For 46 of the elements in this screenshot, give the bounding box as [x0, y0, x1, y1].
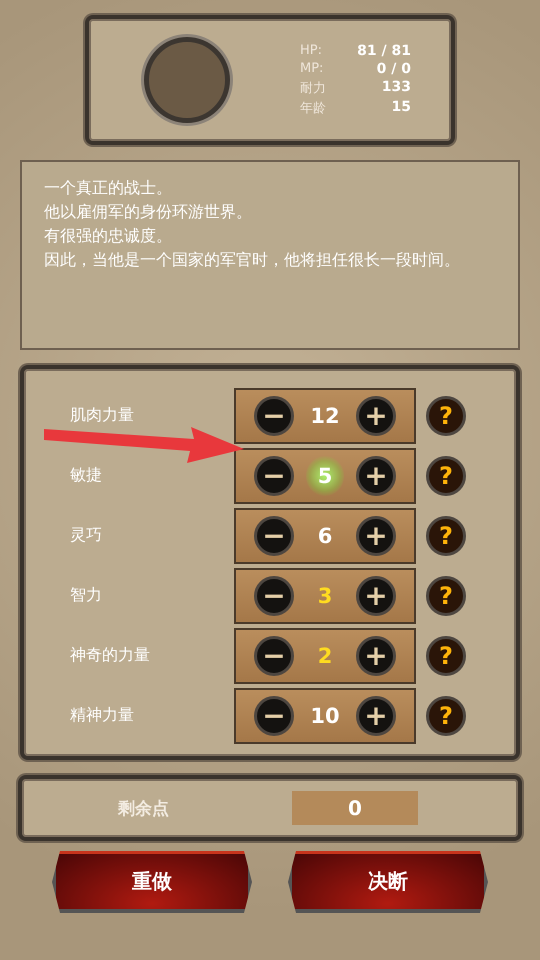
help-button[interactable]: ?: [426, 576, 466, 616]
stat-value: 15: [390, 99, 411, 117]
stat-label: MP:: [300, 61, 324, 77]
attribute-label: 精神力量: [69, 705, 135, 726]
attribute-value: 2: [316, 642, 334, 670]
increase-button[interactable]: +: [356, 456, 396, 496]
remaining-points-value: 0: [292, 791, 418, 825]
increase-button[interactable]: +: [356, 576, 396, 616]
decrease-button[interactable]: −: [254, 516, 294, 556]
stat-value: 133: [380, 79, 411, 97]
decrease-button[interactable]: −: [254, 696, 294, 736]
stat-label: 耐力: [300, 80, 327, 97]
action-button[interactable]: 重做: [52, 851, 252, 913]
help-button[interactable]: ?: [426, 696, 466, 736]
action-button[interactable]: 决断: [288, 851, 488, 913]
decrease-button[interactable]: −: [254, 636, 294, 676]
remaining-points-label: 剩余点: [116, 798, 170, 820]
help-button[interactable]: ?: [426, 516, 466, 556]
increase-button[interactable]: +: [356, 516, 396, 556]
attribute-value: 10: [309, 702, 341, 730]
decrease-button[interactable]: −: [254, 396, 294, 436]
attribute-value: 6: [316, 522, 334, 550]
attribute-label: 神奇的力量: [69, 645, 151, 666]
attribute-label: 智力: [69, 585, 103, 606]
increase-button[interactable]: +: [356, 636, 396, 676]
stat-value: 81 / 81: [356, 43, 411, 59]
attribute-value: 12: [309, 402, 341, 430]
decrease-button[interactable]: −: [254, 576, 294, 616]
help-button[interactable]: ?: [426, 396, 466, 436]
attribute-value: 3: [316, 582, 334, 610]
stat-label: HP:: [300, 43, 323, 59]
attribute-label: 肌肉力量: [69, 405, 135, 426]
stat-label: 年龄: [300, 100, 327, 117]
description-line: 他以雇佣军的身份环游世界。: [44, 201, 253, 223]
attribute-label: 敏捷: [69, 465, 103, 486]
description-line: 因此，当他是一个国家的军官时，他将担任很长一段时间。: [44, 249, 461, 271]
increase-button[interactable]: +: [356, 396, 396, 436]
increase-button[interactable]: +: [356, 696, 396, 736]
attribute-label: 灵巧: [69, 525, 103, 546]
stat-value: 0 / 0: [376, 61, 411, 77]
attribute-value: 5: [306, 456, 344, 496]
description-line: 一个真正的战士。: [44, 177, 173, 199]
help-button[interactable]: ?: [426, 636, 466, 676]
description-line: 有很强的忠诚度。: [44, 225, 173, 247]
help-button[interactable]: ?: [426, 456, 466, 496]
decrease-button[interactable]: −: [254, 456, 294, 496]
